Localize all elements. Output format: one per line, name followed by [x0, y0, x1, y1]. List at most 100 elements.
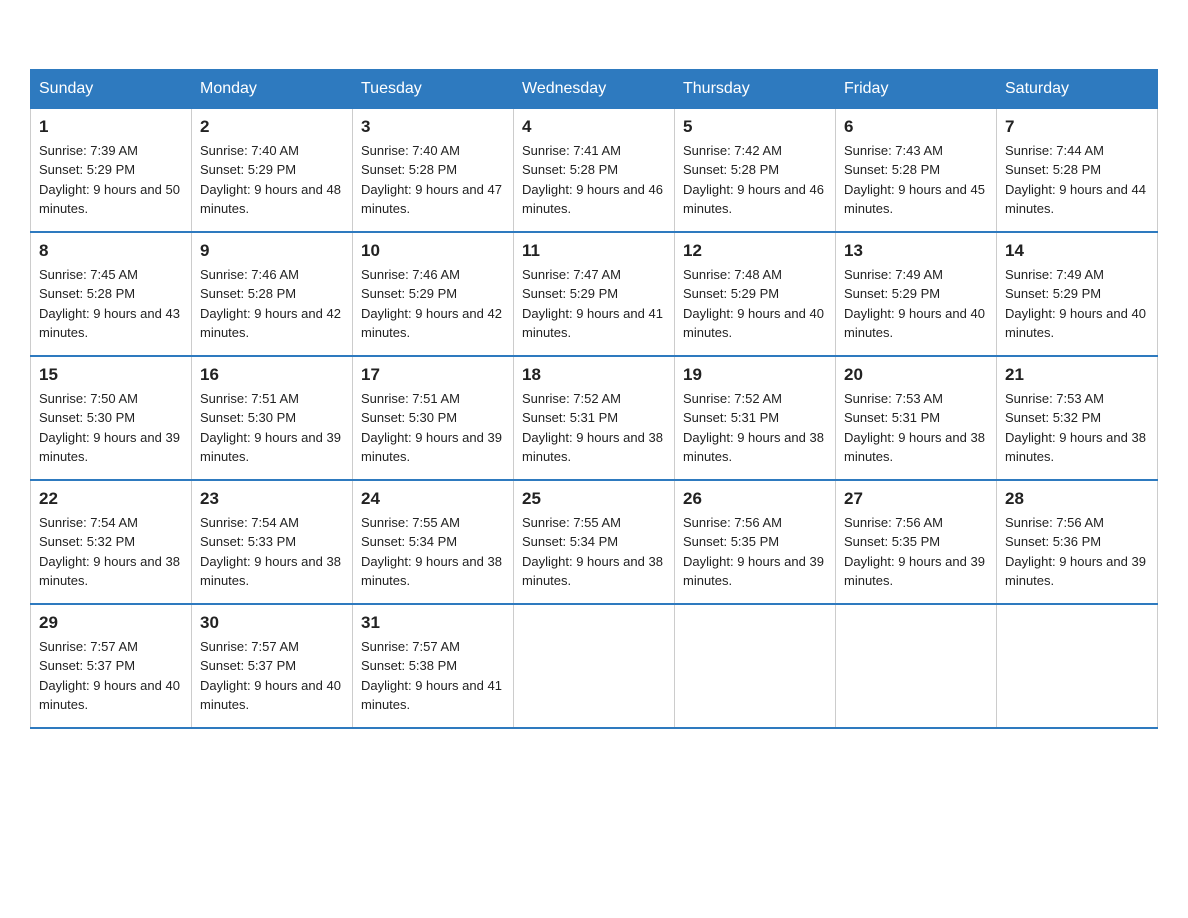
day-number: 18 — [522, 365, 666, 385]
day-number: 10 — [361, 241, 505, 261]
sunset-label: Sunset: 5:31 PM — [683, 410, 779, 425]
day-info: Sunrise: 7:46 AM Sunset: 5:28 PM Dayligh… — [200, 265, 344, 343]
day-cell: 7 Sunrise: 7:44 AM Sunset: 5:28 PM Dayli… — [997, 108, 1158, 232]
day-number: 9 — [200, 241, 344, 261]
day-number: 1 — [39, 117, 183, 137]
sunrise-label: Sunrise: 7:40 AM — [361, 143, 460, 158]
daylight-label: Daylight: 9 hours and 43 minutes. — [39, 306, 180, 341]
day-cell: 15 Sunrise: 7:50 AM Sunset: 5:30 PM Dayl… — [31, 356, 192, 480]
week-row-2: 8 Sunrise: 7:45 AM Sunset: 5:28 PM Dayli… — [31, 232, 1158, 356]
day-number: 17 — [361, 365, 505, 385]
daylight-label: Daylight: 9 hours and 48 minutes. — [200, 182, 341, 217]
day-info: Sunrise: 7:52 AM Sunset: 5:31 PM Dayligh… — [683, 389, 827, 467]
daylight-label: Daylight: 9 hours and 45 minutes. — [844, 182, 985, 217]
calendar-body: 1 Sunrise: 7:39 AM Sunset: 5:29 PM Dayli… — [31, 108, 1158, 728]
day-number: 26 — [683, 489, 827, 509]
header-cell-monday: Monday — [192, 69, 353, 108]
sunrise-label: Sunrise: 7:48 AM — [683, 267, 782, 282]
sunset-label: Sunset: 5:28 PM — [361, 162, 457, 177]
daylight-label: Daylight: 9 hours and 38 minutes. — [683, 430, 824, 465]
sunrise-label: Sunrise: 7:55 AM — [522, 515, 621, 530]
day-info: Sunrise: 7:54 AM Sunset: 5:32 PM Dayligh… — [39, 513, 183, 591]
day-cell: 18 Sunrise: 7:52 AM Sunset: 5:31 PM Dayl… — [514, 356, 675, 480]
day-number: 22 — [39, 489, 183, 509]
week-row-3: 15 Sunrise: 7:50 AM Sunset: 5:30 PM Dayl… — [31, 356, 1158, 480]
sunset-label: Sunset: 5:33 PM — [200, 534, 296, 549]
sunrise-label: Sunrise: 7:42 AM — [683, 143, 782, 158]
day-cell — [514, 604, 675, 728]
sunset-label: Sunset: 5:34 PM — [522, 534, 618, 549]
sunset-label: Sunset: 5:29 PM — [844, 286, 940, 301]
day-number: 6 — [844, 117, 988, 137]
day-cell: 27 Sunrise: 7:56 AM Sunset: 5:35 PM Dayl… — [836, 480, 997, 604]
day-info: Sunrise: 7:51 AM Sunset: 5:30 PM Dayligh… — [361, 389, 505, 467]
day-info: Sunrise: 7:57 AM Sunset: 5:37 PM Dayligh… — [200, 637, 344, 715]
day-cell: 30 Sunrise: 7:57 AM Sunset: 5:37 PM Dayl… — [192, 604, 353, 728]
daylight-label: Daylight: 9 hours and 41 minutes. — [361, 678, 502, 713]
day-number: 8 — [39, 241, 183, 261]
week-row-4: 22 Sunrise: 7:54 AM Sunset: 5:32 PM Dayl… — [31, 480, 1158, 604]
sunset-label: Sunset: 5:31 PM — [522, 410, 618, 425]
day-info: Sunrise: 7:48 AM Sunset: 5:29 PM Dayligh… — [683, 265, 827, 343]
daylight-label: Daylight: 9 hours and 38 minutes. — [1005, 430, 1146, 465]
calendar-header: SundayMondayTuesdayWednesdayThursdayFrid… — [31, 69, 1158, 108]
daylight-label: Daylight: 9 hours and 38 minutes. — [522, 554, 663, 589]
week-row-5: 29 Sunrise: 7:57 AM Sunset: 5:37 PM Dayl… — [31, 604, 1158, 728]
day-number: 30 — [200, 613, 344, 633]
sunset-label: Sunset: 5:29 PM — [200, 162, 296, 177]
day-number: 7 — [1005, 117, 1149, 137]
day-info: Sunrise: 7:49 AM Sunset: 5:29 PM Dayligh… — [1005, 265, 1149, 343]
day-number: 11 — [522, 241, 666, 261]
sunset-label: Sunset: 5:30 PM — [39, 410, 135, 425]
daylight-label: Daylight: 9 hours and 39 minutes. — [200, 430, 341, 465]
day-info: Sunrise: 7:53 AM Sunset: 5:31 PM Dayligh… — [844, 389, 988, 467]
day-info: Sunrise: 7:55 AM Sunset: 5:34 PM Dayligh… — [522, 513, 666, 591]
sunrise-label: Sunrise: 7:39 AM — [39, 143, 138, 158]
day-cell: 21 Sunrise: 7:53 AM Sunset: 5:32 PM Dayl… — [997, 356, 1158, 480]
day-info: Sunrise: 7:42 AM Sunset: 5:28 PM Dayligh… — [683, 141, 827, 219]
sunrise-label: Sunrise: 7:45 AM — [39, 267, 138, 282]
sunrise-label: Sunrise: 7:57 AM — [361, 639, 460, 654]
sunset-label: Sunset: 5:29 PM — [361, 286, 457, 301]
sunrise-label: Sunrise: 7:49 AM — [844, 267, 943, 282]
day-info: Sunrise: 7:51 AM Sunset: 5:30 PM Dayligh… — [200, 389, 344, 467]
day-number: 3 — [361, 117, 505, 137]
day-number: 29 — [39, 613, 183, 633]
sunset-label: Sunset: 5:28 PM — [200, 286, 296, 301]
sunset-label: Sunset: 5:28 PM — [522, 162, 618, 177]
daylight-label: Daylight: 9 hours and 42 minutes. — [361, 306, 502, 341]
day-number: 14 — [1005, 241, 1149, 261]
daylight-label: Daylight: 9 hours and 47 minutes. — [361, 182, 502, 217]
day-cell: 12 Sunrise: 7:48 AM Sunset: 5:29 PM Dayl… — [675, 232, 836, 356]
daylight-label: Daylight: 9 hours and 40 minutes. — [844, 306, 985, 341]
day-cell: 11 Sunrise: 7:47 AM Sunset: 5:29 PM Dayl… — [514, 232, 675, 356]
sunset-label: Sunset: 5:30 PM — [361, 410, 457, 425]
day-cell: 17 Sunrise: 7:51 AM Sunset: 5:30 PM Dayl… — [353, 356, 514, 480]
day-cell: 31 Sunrise: 7:57 AM Sunset: 5:38 PM Dayl… — [353, 604, 514, 728]
day-info: Sunrise: 7:49 AM Sunset: 5:29 PM Dayligh… — [844, 265, 988, 343]
sunrise-label: Sunrise: 7:46 AM — [200, 267, 299, 282]
daylight-label: Daylight: 9 hours and 40 minutes. — [200, 678, 341, 713]
day-info: Sunrise: 7:45 AM Sunset: 5:28 PM Dayligh… — [39, 265, 183, 343]
sunrise-label: Sunrise: 7:56 AM — [1005, 515, 1104, 530]
day-cell: 8 Sunrise: 7:45 AM Sunset: 5:28 PM Dayli… — [31, 232, 192, 356]
day-number: 25 — [522, 489, 666, 509]
day-cell: 14 Sunrise: 7:49 AM Sunset: 5:29 PM Dayl… — [997, 232, 1158, 356]
sunrise-label: Sunrise: 7:47 AM — [522, 267, 621, 282]
daylight-label: Daylight: 9 hours and 40 minutes. — [683, 306, 824, 341]
daylight-label: Daylight: 9 hours and 39 minutes. — [683, 554, 824, 589]
day-info: Sunrise: 7:54 AM Sunset: 5:33 PM Dayligh… — [200, 513, 344, 591]
sunset-label: Sunset: 5:38 PM — [361, 658, 457, 673]
day-cell: 2 Sunrise: 7:40 AM Sunset: 5:29 PM Dayli… — [192, 108, 353, 232]
sunset-label: Sunset: 5:30 PM — [200, 410, 296, 425]
day-number: 20 — [844, 365, 988, 385]
day-number: 13 — [844, 241, 988, 261]
sunset-label: Sunset: 5:28 PM — [39, 286, 135, 301]
day-number: 21 — [1005, 365, 1149, 385]
daylight-label: Daylight: 9 hours and 40 minutes. — [1005, 306, 1146, 341]
header-row: SundayMondayTuesdayWednesdayThursdayFrid… — [31, 69, 1158, 108]
sunrise-label: Sunrise: 7:54 AM — [200, 515, 299, 530]
day-info: Sunrise: 7:57 AM Sunset: 5:37 PM Dayligh… — [39, 637, 183, 715]
day-cell: 25 Sunrise: 7:55 AM Sunset: 5:34 PM Dayl… — [514, 480, 675, 604]
day-number: 2 — [200, 117, 344, 137]
